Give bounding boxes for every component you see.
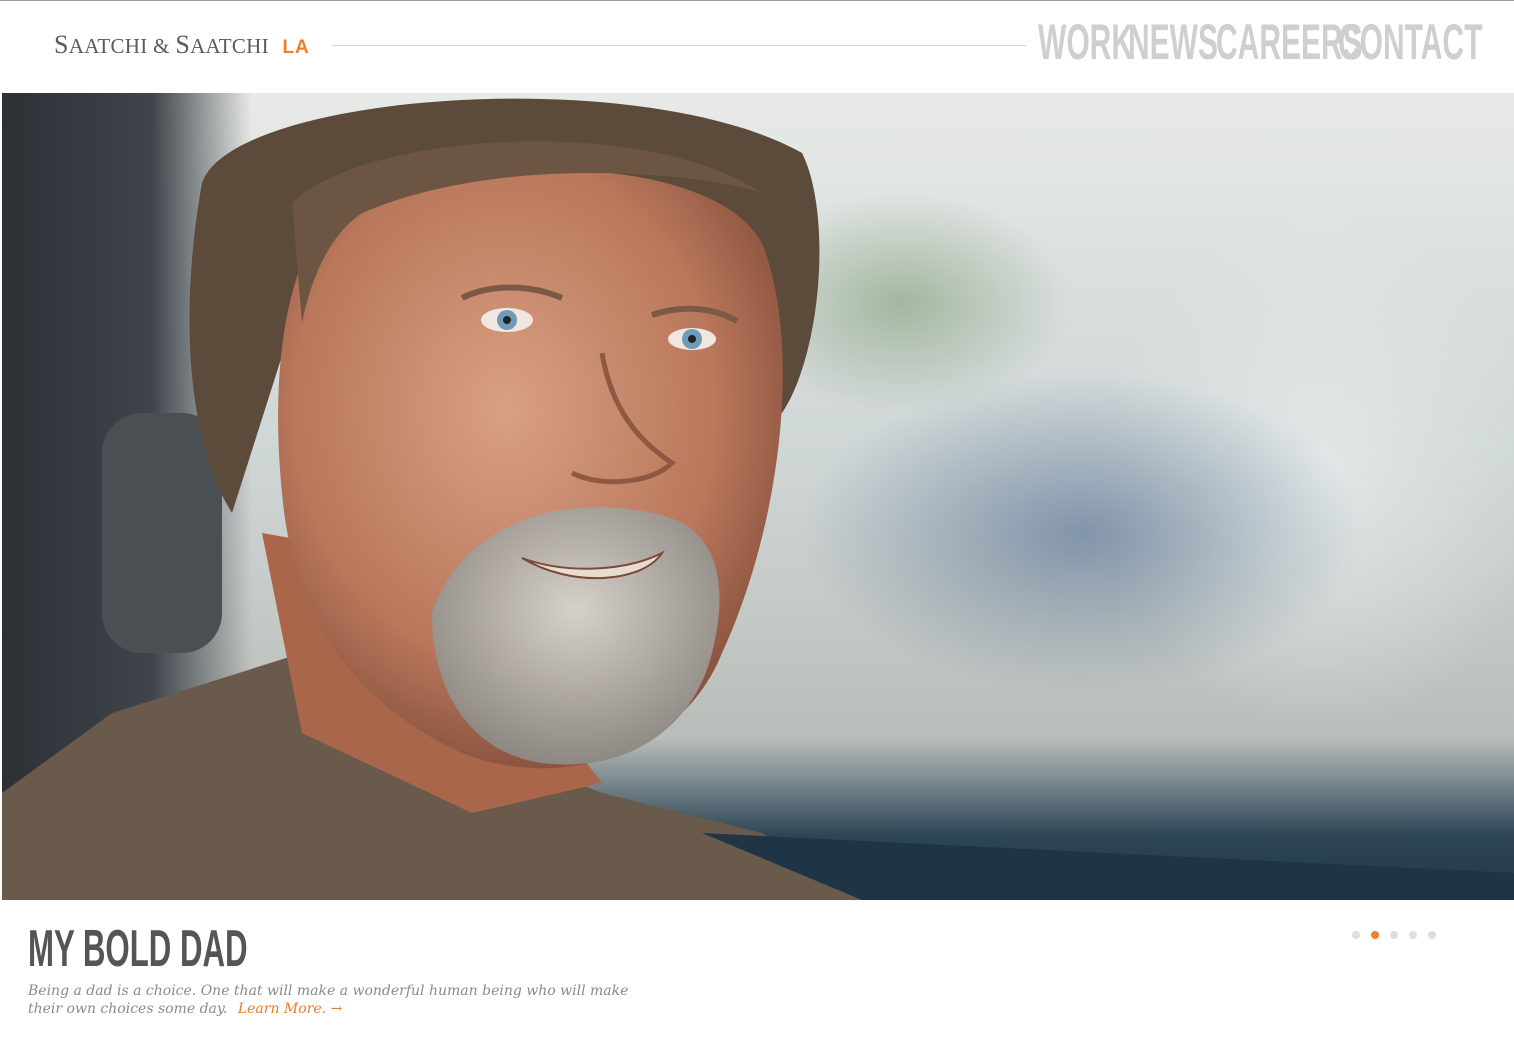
site-header: SAATCHI & SAATCHI LA WORK NEWS CAREERS C… [0,1,1514,93]
slide-description: Being a dad is a choice. One that will m… [28,982,648,1018]
carousel-dot-3[interactable] [1390,931,1398,939]
header-divider [332,45,1026,46]
carousel-pagination [1352,931,1436,939]
nav-contact[interactable]: CONTACT [1338,17,1482,67]
hero-image[interactable] [2,93,1514,900]
nav-work[interactable]: WORK [1038,17,1133,67]
logo-initial-2: S [175,30,191,59]
learn-more-link[interactable]: Learn More. → [238,1001,342,1017]
hero-person-illustration [2,98,1514,900]
slide-title: MY BOLD DAD [28,920,248,978]
logo-word-1: AATCHI [68,34,148,58]
slide-caption: MY BOLD DAD Being a dad is a choice. One… [28,920,628,1017]
logo-suffix: LA [282,37,310,58]
carousel-dot-2[interactable] [1371,931,1379,939]
carousel-dot-5[interactable] [1428,931,1436,939]
carousel-dot-1[interactable] [1352,931,1360,939]
logo-word-2: AATCHI [190,34,269,58]
nav-news[interactable]: NEWS [1128,17,1218,67]
nav-careers[interactable]: CAREERS [1216,17,1363,67]
logo-ampersand: & [153,34,170,58]
carousel-dot-4[interactable] [1409,931,1417,939]
logo[interactable]: SAATCHI & SAATCHI LA [54,30,310,60]
main-nav: WORK NEWS CAREERS CONTACT [1038,17,1482,67]
logo-initial-1: S [54,30,69,59]
